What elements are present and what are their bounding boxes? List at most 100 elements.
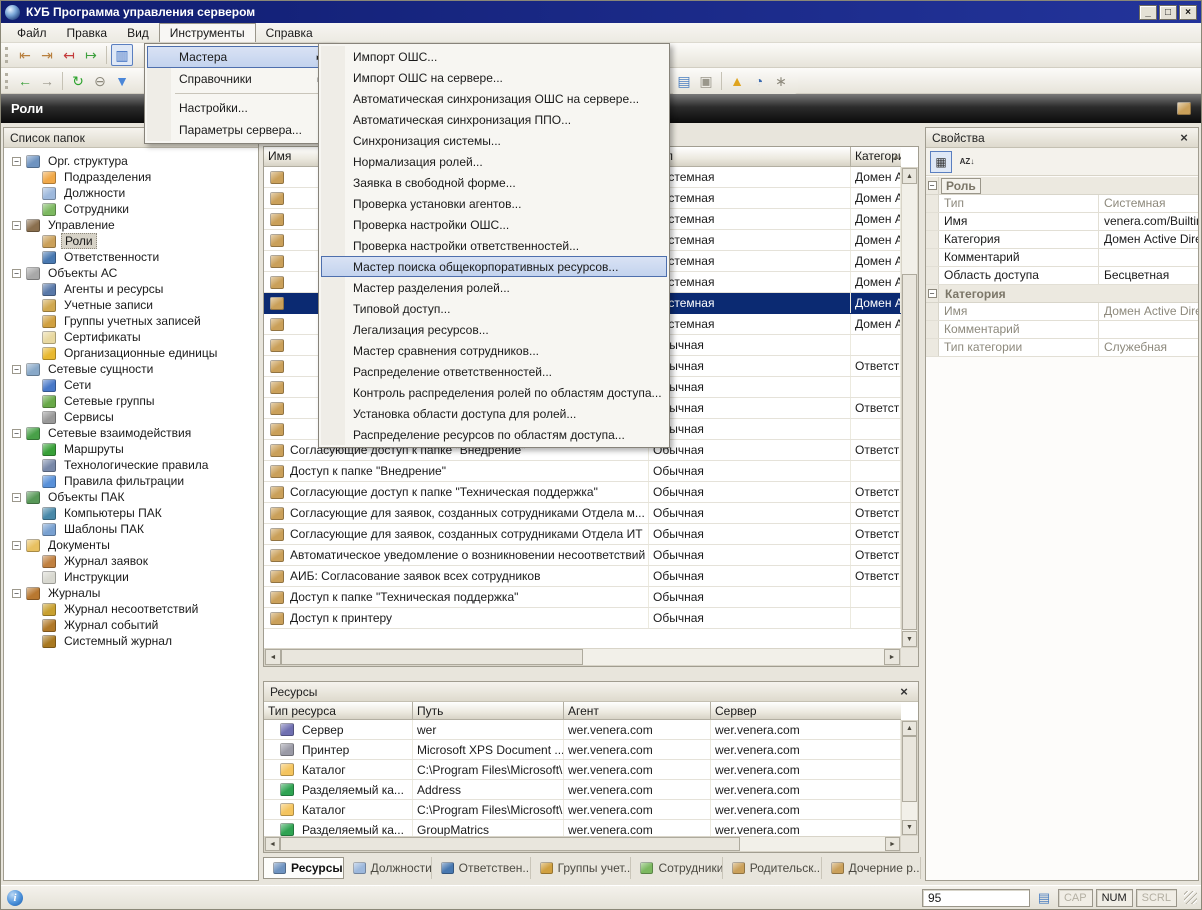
scroll-left-button[interactable]: ◄ — [265, 649, 281, 665]
roles-horizontal-scrollbar[interactable]: ◄ ► — [264, 648, 901, 666]
exit-door-icon[interactable]: ⇥ — [36, 44, 58, 66]
tree-node-Сервисы[interactable]: Сервисы — [6, 409, 256, 425]
tree-node-Технологические правила[interactable]: Технологические правила — [6, 457, 256, 473]
scroll-right-button[interactable]: ► — [885, 837, 900, 851]
journal-events-icon[interactable]: ◔ — [748, 70, 770, 92]
tree-expand-toggle[interactable]: − — [12, 493, 21, 502]
resource-row[interactable]: КаталогC:\Program Files\Microsoft\...wer… — [264, 800, 901, 820]
forward-icon[interactable]: → — [36, 70, 58, 92]
roles-table-row[interactable]: АИБ: Согласование заявок всех сотруднико… — [264, 566, 901, 587]
prop-value[interactable]: Домен Active Dire... — [1099, 303, 1198, 320]
tree-node-Маршруты[interactable]: Маршруты — [6, 441, 256, 457]
tree-node-Роли[interactable]: Роли — [6, 233, 256, 249]
column-header-Агент[interactable]: Агент — [564, 702, 711, 720]
page-size-field[interactable]: 95 — [922, 889, 1030, 907]
scroll-right-button[interactable]: ► — [884, 649, 900, 665]
maximize-button[interactable]: □ — [1159, 5, 1177, 20]
prop-value[interactable]: Служебная — [1099, 339, 1198, 356]
tab-Должности[interactable]: Должности — [344, 857, 432, 879]
tree-expand-toggle[interactable]: − — [12, 221, 21, 230]
submenu-item-Мастер разделения ролей...[interactable]: Мастер разделения ролей... — [321, 277, 667, 298]
roles-table-row[interactable]: Доступ к папке "Внедрение"Обычная — [264, 461, 901, 482]
stop-icon[interactable]: ⊖ — [89, 70, 111, 92]
submenu-item-Контроль распределения ролей по областям доступа...[interactable]: Контроль распределения ролей по областям… — [321, 382, 667, 403]
tree-node-Системный журнал[interactable]: Системный журнал — [6, 633, 256, 649]
submenu-item-Проверка установки агентов...[interactable]: Проверка установки агентов... — [321, 193, 667, 214]
page-setup-icon[interactable]: ▤ — [1033, 887, 1055, 909]
submenu-item-Синхронизация системы...[interactable]: Синхронизация системы... — [321, 130, 667, 151]
submenu-item-Нормализация ролей...[interactable]: Нормализация ролей... — [321, 151, 667, 172]
scroll-down-button[interactable]: ▼ — [902, 631, 917, 647]
prop-group-Роль[interactable]: −Роль — [926, 177, 1198, 195]
tree-node-Сотрудники[interactable]: Сотрудники — [6, 201, 256, 217]
submenu-item-Легализация ресурсов...[interactable]: Легализация ресурсов... — [321, 319, 667, 340]
tree-node-Объекты АС[interactable]: −Объекты АС — [6, 265, 256, 281]
scroll-up-button[interactable]: ▲ — [902, 168, 917, 184]
column-header-Путь[interactable]: Путь — [413, 702, 564, 720]
tree-node-Сети[interactable]: Сети — [6, 377, 256, 393]
prop-row-Тип категории[interactable]: Тип категорииСлужебная — [926, 339, 1198, 357]
roles-vertical-scrollbar[interactable]: ▲ ▼ — [901, 167, 918, 648]
tab-Группы учет...[interactable]: Группы учет... — [531, 857, 632, 879]
tab-Ответствен...[interactable]: Ответствен... — [432, 857, 531, 879]
column-header-Категория[interactable]: Категория▲ — [851, 147, 901, 167]
submenu-item-Проверка настройки ОШС...[interactable]: Проверка настройки ОШС... — [321, 214, 667, 235]
column-header-Тип ресурса[interactable]: Тип ресурса — [264, 702, 413, 720]
menu-item-Мастера[interactable]: Мастера► — [147, 46, 331, 68]
close-icon[interactable]: × — [896, 684, 912, 699]
roles-table-row[interactable]: Доступ к принтеруОбычная — [264, 608, 901, 629]
journal-warning-icon[interactable]: ▲ — [726, 70, 748, 92]
tree-node-Журнал несоответствий[interactable]: Журнал несоответствий — [6, 601, 256, 617]
column-header-Тип[interactable]: Тип — [649, 147, 851, 167]
roles-table-row[interactable]: Согласующие доступ к папке "Техническая … — [264, 482, 901, 503]
menu-item-Справка[interactable]: Справка — [256, 23, 323, 42]
copy-documents-icon[interactable]: ▣ — [695, 70, 717, 92]
scroll-left-button[interactable]: ◄ — [265, 837, 280, 851]
tree-node-Должности[interactable]: Должности — [6, 185, 256, 201]
journal-system-icon[interactable]: ∗ — [770, 70, 792, 92]
request-journal-icon[interactable]: ▤ — [673, 70, 695, 92]
tab-Родительск...[interactable]: Родительск... — [723, 857, 822, 879]
tree-node-Сетевые группы[interactable]: Сетевые группы — [6, 393, 256, 409]
close-icon[interactable]: × — [1176, 130, 1192, 145]
tree-node-Правила фильтрации[interactable]: Правила фильтрации — [6, 473, 256, 489]
submenu-item-Импорт ОШС...[interactable]: Импорт ОШС... — [321, 46, 667, 67]
tree-expand-toggle[interactable]: − — [12, 589, 21, 598]
submenu-item-Автоматическая синхронизация ППО...[interactable]: Автоматическая синхронизация ППО... — [321, 109, 667, 130]
tree-node-Сетевые сущности[interactable]: −Сетевые сущности — [6, 361, 256, 377]
column-header-Сервер[interactable]: Сервер — [711, 702, 901, 720]
categorized-view-icon[interactable]: ▦ — [930, 151, 952, 173]
scroll-thumb[interactable] — [281, 649, 583, 665]
tree-node-Объекты ПАК[interactable]: −Объекты ПАК — [6, 489, 256, 505]
prop-group-Категория[interactable]: −Категория — [926, 285, 1198, 303]
tree-node-Журнал заявок[interactable]: Журнал заявок — [6, 553, 256, 569]
submenu-item-Распределение ресурсов по областям доступа...[interactable]: Распределение ресурсов по областям досту… — [321, 424, 667, 445]
collapse-icon[interactable]: − — [928, 289, 937, 298]
apply-icon[interactable]: ↦ — [80, 44, 102, 66]
tree-expand-toggle[interactable]: − — [12, 429, 21, 438]
tree-expand-toggle[interactable]: − — [12, 157, 21, 166]
tree-node-Компьютеры ПАК[interactable]: Компьютеры ПАК — [6, 505, 256, 521]
prop-value[interactable]: Системная — [1099, 195, 1198, 212]
resources-vertical-scrollbar[interactable]: ▲ ▼ — [901, 720, 918, 836]
prop-row-Имя[interactable]: Имяvenera.com/Builtin... — [926, 213, 1198, 231]
alphabetical-sort-icon[interactable]: AZ↓ — [956, 151, 978, 173]
scroll-thumb[interactable] — [902, 736, 917, 802]
prop-row-Имя[interactable]: ИмяДомен Active Dire... — [926, 303, 1198, 321]
filter-icon[interactable]: ▼ — [111, 70, 133, 92]
prop-value[interactable] — [1099, 321, 1198, 338]
roles-table-row[interactable]: Доступ к папке "Техническая поддержка"Об… — [264, 587, 901, 608]
menu-item-Справочники[interactable]: Справочники► — [147, 68, 331, 90]
tree-node-Журналы[interactable]: −Журналы — [6, 585, 256, 601]
tab-Дочерние р...[interactable]: Дочерние р... — [822, 857, 921, 879]
prop-value[interactable]: Бесцветная — [1099, 267, 1198, 284]
tree-node-Журнал событий[interactable]: Журнал событий — [6, 617, 256, 633]
tree-node-Орг. структура[interactable]: −Орг. структура — [6, 153, 256, 169]
menu-item-Вид[interactable]: Вид — [117, 23, 159, 42]
tree-expand-toggle[interactable]: − — [12, 365, 21, 374]
resource-row[interactable]: КаталогC:\Program Files\Microsoft\...wer… — [264, 760, 901, 780]
prop-row-Категория[interactable]: КатегорияДомен Active Dire... — [926, 231, 1198, 249]
tab-Сотрудники[interactable]: Сотрудники — [631, 857, 722, 879]
refresh-icon[interactable]: ↻ — [67, 70, 89, 92]
submenu-item-Установка области доступа для ролей...[interactable]: Установка области доступа для ролей... — [321, 403, 667, 424]
